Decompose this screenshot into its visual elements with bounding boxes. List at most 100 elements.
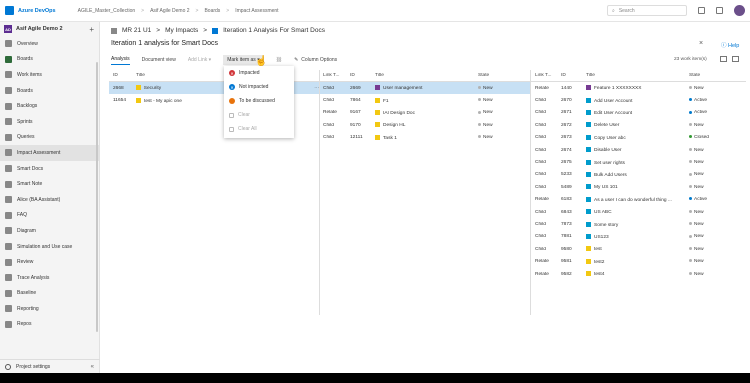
table-row[interactable]: Child 5489 My US 101 New: [531, 181, 746, 193]
cell-title[interactable]: Edit User Account: [586, 110, 689, 116]
table-row[interactable]: Child 2674 Disable User New: [531, 144, 746, 156]
sidebar-item-13[interactable]: Simulation and Use case: [0, 239, 99, 255]
col-state[interactable]: State: [689, 73, 739, 78]
table-row[interactable]: Relate 1440 Feature 1 XXXXXXXX New: [531, 82, 746, 94]
cell-title[interactable]: test2: [586, 258, 689, 265]
help-link[interactable]: ⓘ Help: [721, 41, 739, 49]
dropdown-item-0[interactable]: ✕ Impacted: [224, 66, 294, 80]
add-icon[interactable]: +: [89, 25, 94, 34]
sidebar-item-2[interactable]: Work items: [0, 67, 99, 83]
link-icon[interactable]: ⛓: [276, 57, 282, 63]
cell-title[interactable]: Delete User: [586, 122, 689, 128]
table-row[interactable]: Relate 9582 test4 New: [531, 268, 746, 280]
sidebar-item-8[interactable]: Smart Docs: [0, 161, 99, 177]
crumb-boards[interactable]: Boards: [204, 8, 220, 14]
table-row[interactable]: Child 9580 test New: [531, 243, 746, 255]
col-id[interactable]: ID: [350, 73, 375, 78]
cell-title[interactable]: test4: [586, 271, 689, 277]
table-row[interactable]: Child 2672 Delete User New: [531, 119, 746, 131]
cell-title[interactable]: As a user I can do wonderful thing ...: [586, 196, 689, 203]
col-link-type[interactable]: Link T...: [531, 73, 561, 78]
sidebar-item-18[interactable]: Repos: [0, 317, 99, 333]
crumb-collection[interactable]: AGILE_Master_Collection: [78, 8, 136, 14]
cell-title[interactable]: Task 1: [375, 134, 478, 141]
crumb-mr21[interactable]: MR 21 U1: [122, 27, 151, 34]
col-id[interactable]: ID: [561, 73, 586, 78]
sidebar-item-0[interactable]: Overview: [0, 36, 99, 52]
cell-title[interactable]: Disable User: [586, 147, 689, 153]
cell-title[interactable]: Feature 1 XXXXXXXX: [586, 85, 689, 91]
table-row[interactable]: Child 7873 Some story New: [531, 218, 746, 230]
cell-title[interactable]: My US 101: [586, 184, 689, 190]
dropdown-item-1[interactable]: ✕ Not impacted: [224, 80, 294, 94]
sidebar-scrollbar[interactable]: [96, 62, 98, 332]
column-options-button[interactable]: ✎ Column Options: [294, 57, 337, 63]
col-id[interactable]: ID: [109, 73, 136, 78]
crumb-project[interactable]: Asif Agile Demo 2: [150, 8, 189, 14]
azure-devops-logo-icon[interactable]: [5, 6, 14, 15]
sidebar-item-15[interactable]: Trace Analysis: [0, 270, 99, 286]
org-name[interactable]: Azure DevOps: [18, 8, 56, 14]
col-title[interactable]: Title: [586, 73, 689, 78]
cell-title[interactable]: Design HL: [375, 122, 478, 128]
crumb-iteration[interactable]: Iteration 1 Analysis For Smart Docs: [223, 27, 325, 34]
cell-title[interactable]: Bulk Add Users: [586, 172, 689, 178]
bag-icon[interactable]: [716, 7, 723, 14]
col-state[interactable]: State: [478, 73, 528, 78]
project-settings[interactable]: Project settings «: [0, 359, 100, 373]
table-row[interactable]: Relate 9167 IAI Design Doc New: [320, 107, 530, 119]
dropdown-item-2[interactable]: To be discussed: [224, 94, 294, 108]
table-row[interactable]: Child 7864 F1 New: [320, 94, 530, 106]
search-box[interactable]: ⌕ Search: [607, 5, 687, 16]
collapse-icon[interactable]: «: [91, 364, 94, 370]
sidebar-item-1[interactable]: Boards: [0, 52, 99, 68]
table-row[interactable]: Child 7881 US123 New: [531, 231, 746, 243]
col-title[interactable]: Title: [375, 73, 478, 78]
table-row[interactable]: Relate 6183 As a user I can do wonderful t…: [531, 194, 746, 206]
sidebar-item-3[interactable]: Boards: [0, 83, 99, 99]
crumb-impact[interactable]: Impact Assessment: [235, 8, 278, 14]
cell-title[interactable]: Set user rights: [586, 159, 689, 165]
sidebar-item-4[interactable]: Backlogs: [0, 98, 99, 114]
cell-title[interactable]: IAI Design Doc: [375, 110, 478, 116]
col-link-type[interactable]: Link T...: [320, 73, 350, 78]
cell-title[interactable]: test: [586, 246, 689, 252]
sidebar-item-16[interactable]: Baseline: [0, 286, 99, 302]
cell-title[interactable]: F1: [375, 97, 478, 103]
close-icon[interactable]: ×: [699, 40, 703, 47]
sidebar-item-5[interactable]: Sprints: [0, 114, 99, 130]
settings-icon[interactable]: [720, 56, 727, 62]
table-row[interactable]: Child 5233 Bulk Add Users New: [531, 169, 746, 181]
tab-analysis[interactable]: Analysis: [111, 56, 130, 65]
cell-title[interactable]: Some story: [586, 221, 689, 227]
dropdown-item-3[interactable]: Clear: [224, 108, 294, 122]
table-row[interactable]: Child 9170 Design HL New: [320, 119, 530, 131]
avatar[interactable]: [734, 5, 745, 16]
cell-title[interactable]: User management: [375, 85, 478, 91]
cell-title[interactable]: US ABC: [586, 209, 689, 215]
sidebar-item-6[interactable]: Queries: [0, 130, 99, 146]
cell-title[interactable]: Copy User abc: [586, 134, 689, 141]
dropdown-item-4[interactable]: Clear All: [224, 122, 294, 136]
sidebar-item-11[interactable]: FAQ: [0, 208, 99, 224]
cell-title[interactable]: Add User Account: [586, 97, 689, 103]
table-row[interactable]: Child 12111 Task 1 New: [320, 132, 530, 144]
sidebar-item-17[interactable]: Reporting: [0, 301, 99, 317]
sidebar-item-10[interactable]: Alice (BA Assistant): [0, 192, 99, 208]
cell-title[interactable]: US123: [586, 234, 689, 240]
list-icon[interactable]: [698, 7, 705, 14]
crumb-my-impacts[interactable]: My Impacts: [165, 27, 198, 34]
table-row[interactable]: Child 6843 US ABC New: [531, 206, 746, 218]
sidebar-item-7[interactable]: Impact Assessment: [0, 145, 99, 161]
filter-icon[interactable]: [732, 56, 739, 62]
table-row[interactable]: Child 2673 Copy User abc Closed: [531, 132, 746, 144]
table-row[interactable]: Child 2671 Edit User Account Active: [531, 107, 746, 119]
table-row[interactable]: Child 2669 User management New: [320, 82, 530, 95]
table-row[interactable]: Child 2670 Add User Account Active: [531, 94, 746, 106]
project-header[interactable]: AD Asif Agile Demo 2 +: [0, 22, 99, 36]
sidebar-item-9[interactable]: Smart Note: [0, 176, 99, 192]
table-row[interactable]: Relate 9581 test2 New: [531, 255, 746, 267]
sidebar-item-14[interactable]: Review: [0, 254, 99, 270]
add-link-button[interactable]: Add Link ▾: [188, 57, 211, 63]
table-row[interactable]: Child 2675 Set user rights New: [531, 156, 746, 168]
